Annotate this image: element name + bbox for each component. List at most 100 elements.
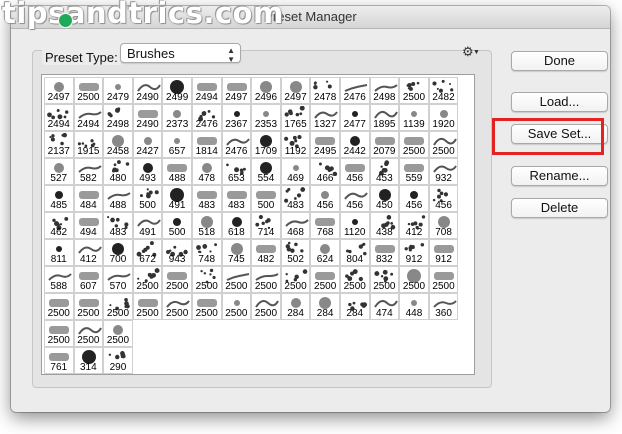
done-button[interactable]: Done — [511, 51, 608, 71]
brush-preset-cell[interactable]: 2498 — [369, 77, 400, 104]
brush-preset-cell[interactable]: 488 — [103, 185, 133, 212]
brush-preset-cell[interactable]: 2490 — [132, 104, 163, 131]
brush-preset-cell[interactable]: 2367 — [221, 104, 252, 131]
preset-type-select[interactable]: Brushes ▲ ▼ — [120, 43, 241, 64]
brush-preset-cell[interactable]: 2458 — [103, 131, 133, 158]
brush-preset-cell[interactable]: 811 — [44, 239, 74, 266]
brush-preset-cell[interactable]: 700 — [103, 239, 133, 266]
brush-preset-cell[interactable]: 2500 — [44, 293, 74, 320]
brush-preset-cell[interactable]: 559 — [399, 158, 429, 185]
brush-preset-cell[interactable]: 588 — [44, 266, 74, 293]
brush-preset-cell[interactable]: 1139 — [399, 104, 429, 131]
brush-preset-cell[interactable]: 483 — [280, 185, 311, 212]
brush-preset-cell[interactable]: 2497 — [44, 77, 74, 104]
brush-preset-cell[interactable]: 607 — [73, 266, 104, 293]
brush-preset-cell[interactable]: 469 — [280, 158, 311, 185]
brush-preset-cell[interactable]: 2497 — [221, 77, 252, 104]
brush-preset-cell[interactable]: 2496 — [251, 77, 281, 104]
brush-preset-cell[interactable]: 582 — [73, 158, 104, 185]
brush-preset-cell[interactable]: 453 — [369, 158, 400, 185]
brush-preset-cell[interactable]: 672 — [132, 239, 163, 266]
brush-preset-cell[interactable]: 2500 — [369, 266, 400, 293]
brush-preset-cell[interactable]: 2495 — [310, 131, 340, 158]
brush-preset-cell[interactable]: 2137 — [44, 131, 74, 158]
brush-preset-cell[interactable]: 2500 — [428, 131, 459, 158]
brush-preset-cell[interactable]: 500 — [132, 185, 163, 212]
brush-preset-cell[interactable]: 491 — [132, 212, 163, 239]
brush-preset-cell[interactable]: 2500 — [221, 293, 252, 320]
brush-preset-grid[interactable]: 2497 2500 2479 2490 2499 2494 2497 2496 2497 2478… — [41, 74, 475, 375]
brush-preset-cell[interactable]: 2353 — [251, 104, 281, 131]
brush-preset-cell[interactable]: 456 — [399, 185, 429, 212]
brush-preset-cell[interactable]: 290 — [103, 347, 133, 374]
brush-preset-cell[interactable]: 2500 — [192, 293, 222, 320]
brush-preset-cell[interactable]: 284 — [310, 293, 340, 320]
brush-preset-cell[interactable]: 1915 — [73, 131, 104, 158]
brush-preset-cell[interactable]: 314 — [73, 347, 104, 374]
brush-preset-cell[interactable]: 2500 — [162, 266, 192, 293]
brush-preset-cell[interactable]: 360 — [428, 293, 459, 320]
brush-preset-cell[interactable]: 2427 — [132, 131, 163, 158]
brush-preset-cell[interactable]: 480 — [103, 158, 133, 185]
brush-preset-cell[interactable]: 491 — [162, 185, 192, 212]
brush-preset-cell[interactable]: 2442 — [340, 131, 370, 158]
brush-preset-cell[interactable]: 2500 — [280, 266, 311, 293]
brush-preset-cell[interactable]: 483 — [221, 185, 252, 212]
brush-preset-cell[interactable]: 2499 — [162, 77, 192, 104]
brush-preset-cell[interactable]: 653 — [221, 158, 252, 185]
brush-preset-cell[interactable]: 518 — [192, 212, 222, 239]
brush-preset-cell[interactable]: 448 — [399, 293, 429, 320]
brush-preset-cell[interactable]: 618 — [221, 212, 252, 239]
brush-preset-cell[interactable]: 745 — [221, 239, 252, 266]
gear-icon[interactable]: ⚙ — [462, 44, 474, 60]
brush-preset-cell[interactable]: 482 — [251, 239, 281, 266]
brush-preset-cell[interactable]: 912 — [428, 239, 459, 266]
brush-preset-cell[interactable]: 2482 — [428, 77, 459, 104]
brush-preset-cell[interactable]: 570 — [103, 266, 133, 293]
brush-preset-cell[interactable]: 657 — [162, 131, 192, 158]
brush-preset-cell[interactable]: 932 — [428, 158, 459, 185]
brush-preset-cell[interactable]: 768 — [310, 212, 340, 239]
brush-preset-cell[interactable]: 484 — [73, 185, 104, 212]
brush-preset-cell[interactable]: 456 — [340, 185, 370, 212]
brush-preset-cell[interactable]: 493 — [132, 158, 163, 185]
brush-preset-cell[interactable]: 2500 — [44, 320, 74, 347]
brush-preset-cell[interactable]: 488 — [162, 158, 192, 185]
brush-preset-cell[interactable]: 456 — [428, 185, 459, 212]
brush-preset-cell[interactable]: 474 — [369, 293, 400, 320]
brush-preset-cell[interactable]: 462 — [44, 212, 74, 239]
brush-preset-cell[interactable]: 2373 — [162, 104, 192, 131]
brush-preset-cell[interactable]: 943 — [162, 239, 192, 266]
brush-preset-cell[interactable]: 456 — [340, 158, 370, 185]
brush-preset-cell[interactable]: 2476 — [192, 104, 222, 131]
brush-preset-cell[interactable]: 468 — [280, 212, 311, 239]
brush-preset-cell[interactable]: 450 — [369, 185, 400, 212]
brush-preset-cell[interactable]: 912 — [399, 239, 429, 266]
brush-preset-cell[interactable]: 2500 — [251, 293, 281, 320]
brush-preset-cell[interactable]: 2500 — [103, 320, 133, 347]
brush-preset-cell[interactable]: 2500 — [103, 293, 133, 320]
brush-preset-cell[interactable]: 485 — [44, 185, 74, 212]
brush-preset-cell[interactable]: 2497 — [280, 77, 311, 104]
brush-preset-cell[interactable]: 832 — [369, 239, 400, 266]
brush-preset-cell[interactable]: 1765 — [280, 104, 311, 131]
brush-preset-cell[interactable]: 2478 — [310, 77, 340, 104]
load-button[interactable]: Load... — [511, 92, 608, 112]
brush-preset-cell[interactable]: 1895 — [369, 104, 400, 131]
brush-preset-cell[interactable]: 500 — [251, 185, 281, 212]
brush-preset-cell[interactable]: 2490 — [132, 77, 163, 104]
brush-preset-cell[interactable]: 483 — [192, 185, 222, 212]
brush-preset-cell[interactable]: 284 — [340, 293, 370, 320]
rename-button[interactable]: Rename... — [511, 166, 608, 186]
brush-preset-cell[interactable]: 2498 — [103, 104, 133, 131]
brush-preset-cell[interactable]: 554 — [251, 158, 281, 185]
brush-preset-cell[interactable]: 1120 — [340, 212, 370, 239]
brush-preset-cell[interactable]: 456 — [310, 185, 340, 212]
brush-preset-cell[interactable]: 2476 — [221, 131, 252, 158]
brush-preset-cell[interactable]: 2500 — [310, 266, 340, 293]
brush-preset-cell[interactable]: 1709 — [251, 131, 281, 158]
brush-preset-cell[interactable]: 502 — [280, 239, 311, 266]
brush-preset-cell[interactable]: 2494 — [44, 104, 74, 131]
brush-preset-cell[interactable]: 2500 — [399, 131, 429, 158]
brush-preset-cell[interactable]: 2500 — [192, 266, 222, 293]
